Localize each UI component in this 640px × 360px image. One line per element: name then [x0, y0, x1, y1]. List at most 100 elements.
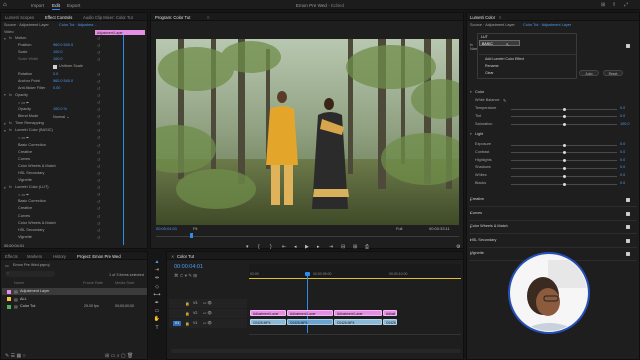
mask-shapes-icon[interactable]: ○ ▭ ✒: [18, 100, 29, 106]
fullscreen-icon[interactable]: ⤢: [624, 2, 628, 8]
label-color-swatch[interactable]: [7, 304, 11, 309]
reset-icon[interactable]: ↺: [97, 157, 100, 163]
project-search-input[interactable]: ⌕: [5, 271, 55, 277]
timeline-horizontal-scrollbar[interactable]: [171, 349, 461, 353]
video-clip[interactable]: C0426: [383, 319, 397, 325]
project-list-item[interactable]: ▤ Adjustment Layer: [2, 288, 147, 295]
mask-shapes-icon[interactable]: ○ ▭ ✒: [18, 135, 29, 141]
reset-icon[interactable]: ↺: [97, 185, 100, 191]
slider-knob[interactable]: [562, 151, 566, 155]
slider-track[interactable]: [511, 107, 617, 111]
video-clip[interactable]: C0426.MP4: [287, 319, 333, 325]
slider-track[interactable]: [511, 151, 617, 155]
collapse-chevron-icon[interactable]: ▾: [4, 186, 6, 190]
reset-icon[interactable]: ↺: [97, 164, 100, 170]
adjustment-layer-clip[interactable]: Adjust: [383, 310, 397, 316]
slip-tool-icon[interactable]: ⟷: [152, 291, 162, 299]
timeline-sequence-tab[interactable]: Color Tut: [177, 254, 194, 259]
fx-toggle-icon[interactable]: fx: [9, 185, 12, 191]
mark-in-icon[interactable]: {: [258, 244, 260, 250]
reset-icon[interactable]: ↺: [97, 107, 100, 113]
project-list-item[interactable]: ▤ Color Tut 25.00 fps 00;00;00;00: [2, 303, 147, 310]
fx-toggle-icon[interactable]: fx: [9, 36, 12, 42]
slider-value[interactable]: 0.0: [620, 106, 625, 112]
slider-knob[interactable]: [562, 159, 566, 163]
reset-icon[interactable]: ↺: [97, 50, 100, 56]
reset-icon[interactable]: ↺: [97, 228, 100, 234]
label-color-swatch[interactable]: [7, 289, 11, 294]
slider-track[interactable]: [511, 123, 617, 127]
razor-tool-icon[interactable]: ◇: [152, 283, 162, 291]
marker-icon[interactable]: ▾: [246, 244, 249, 250]
slider-knob[interactable]: [562, 123, 566, 127]
program-playhead[interactable]: [190, 233, 193, 238]
track-toggle-icons[interactable]: ▭ 👁: [203, 311, 212, 315]
reset-icon[interactable]: ↺: [97, 128, 100, 134]
slider-track[interactable]: [511, 115, 617, 119]
step-back-icon[interactable]: ◂: [294, 244, 297, 250]
lock-icon[interactable]: 🔒: [185, 311, 190, 316]
go-to-out-icon[interactable]: ⇥: [329, 244, 333, 250]
slider-track[interactable]: [511, 166, 617, 170]
reset-icon[interactable]: ↺: [97, 100, 100, 106]
reset-icon[interactable]: ↺: [97, 93, 100, 99]
dropdown-add-effect[interactable]: Add Lumetri Color Effect: [485, 57, 524, 61]
source-patch[interactable]: V1: [173, 321, 181, 326]
tab-history[interactable]: History: [53, 254, 66, 259]
lock-icon[interactable]: 🔒: [185, 301, 190, 306]
source-patch[interactable]: [173, 301, 181, 306]
project-bottom-actions[interactable]: ⊞ ▭ ⌕ ▢ 🗑: [105, 353, 133, 359]
reset-icon[interactable]: ↺: [97, 150, 100, 156]
lumetri-auto-button[interactable]: Auto: [579, 70, 599, 76]
fx-toggle-icon[interactable]: fx: [9, 128, 12, 134]
slider-value[interactable]: 0.0: [620, 158, 625, 164]
timeline-playhead-handle[interactable]: [305, 272, 310, 276]
workspace-icon[interactable]: ⊞: [601, 2, 605, 8]
program-scrubber[interactable]: [156, 236, 459, 237]
lumetri-section-title[interactable]: Color Wheels & Match: [470, 224, 508, 230]
track-header[interactable]: 🔒 V2 ▭ 👁: [169, 309, 247, 318]
reset-icon[interactable]: ↺: [97, 214, 100, 220]
go-to-in-icon[interactable]: ⇤: [282, 244, 286, 250]
video-clip[interactable]: C0426.MP4: [250, 319, 286, 325]
lumetri-section-title[interactable]: Curves: [470, 211, 482, 217]
section-enable-checkbox[interactable]: [626, 225, 630, 229]
reset-icon[interactable]: ↺: [97, 79, 100, 85]
ripple-edit-icon[interactable]: ⇹: [152, 274, 162, 282]
ec-property-value[interactable]: 0.00: [53, 86, 60, 92]
program-quality-select[interactable]: Full: [396, 226, 402, 231]
reset-icon[interactable]: ↺: [97, 171, 100, 177]
project-folder-icon[interactable]: ▭: [5, 263, 9, 269]
insert-icon[interactable]: ⊟: [341, 244, 345, 250]
tab-audio-clip-mixer[interactable]: Audio Clip Mixer: Color Tut: [83, 15, 133, 20]
slider-value[interactable]: 0.0: [620, 181, 625, 187]
settings-icon[interactable]: ⚙: [456, 244, 460, 250]
section-enable-checkbox[interactable]: [626, 238, 630, 243]
label-color-swatch[interactable]: [7, 297, 11, 301]
collapse-chevron-icon[interactable]: ▾: [4, 93, 6, 97]
timeline-timecode[interactable]: 00:00:04:01: [174, 264, 203, 270]
collapse-chevron-icon[interactable]: ▾: [4, 122, 6, 126]
light-section-title[interactable]: Light: [475, 132, 483, 138]
fx-toggle-icon[interactable]: fx: [9, 93, 12, 99]
tab-markers[interactable]: Markers: [27, 254, 42, 259]
dropdown-rename[interactable]: Rename: [485, 64, 499, 68]
lumetri-title[interactable]: Lumetri Color: [470, 15, 495, 20]
pen-tool-icon[interactable]: ✒: [152, 299, 162, 307]
type-tool-icon[interactable]: T: [152, 324, 162, 332]
lumetri-source[interactable]: Source · Adjustment Layer: [470, 23, 515, 29]
ec-target[interactable]: Color Tut · Adjustme...: [59, 23, 97, 29]
overwrite-icon[interactable]: ⊞: [353, 244, 357, 250]
fx-toggle-icon[interactable]: fx: [9, 121, 12, 127]
lumetri-section-title[interactable]: Vignette: [470, 251, 484, 257]
lumetri-reset-button[interactable]: Reset: [603, 70, 623, 76]
tab-effects[interactable]: Effects: [5, 254, 18, 259]
timeline-toolbar[interactable]: ⌘ ⊂ ▾ ✎ ⊞: [174, 273, 197, 279]
step-forward-icon[interactable]: ▸: [317, 244, 320, 250]
reset-icon[interactable]: ↺: [97, 114, 100, 120]
dropdown-option-basic[interactable]: BASIC: [479, 40, 520, 46]
color-section-chevron[interactable]: ▾: [470, 90, 472, 94]
slider-knob[interactable]: [562, 166, 566, 170]
slider-knob[interactable]: [562, 143, 566, 147]
program-video-frame[interactable]: [156, 39, 459, 225]
